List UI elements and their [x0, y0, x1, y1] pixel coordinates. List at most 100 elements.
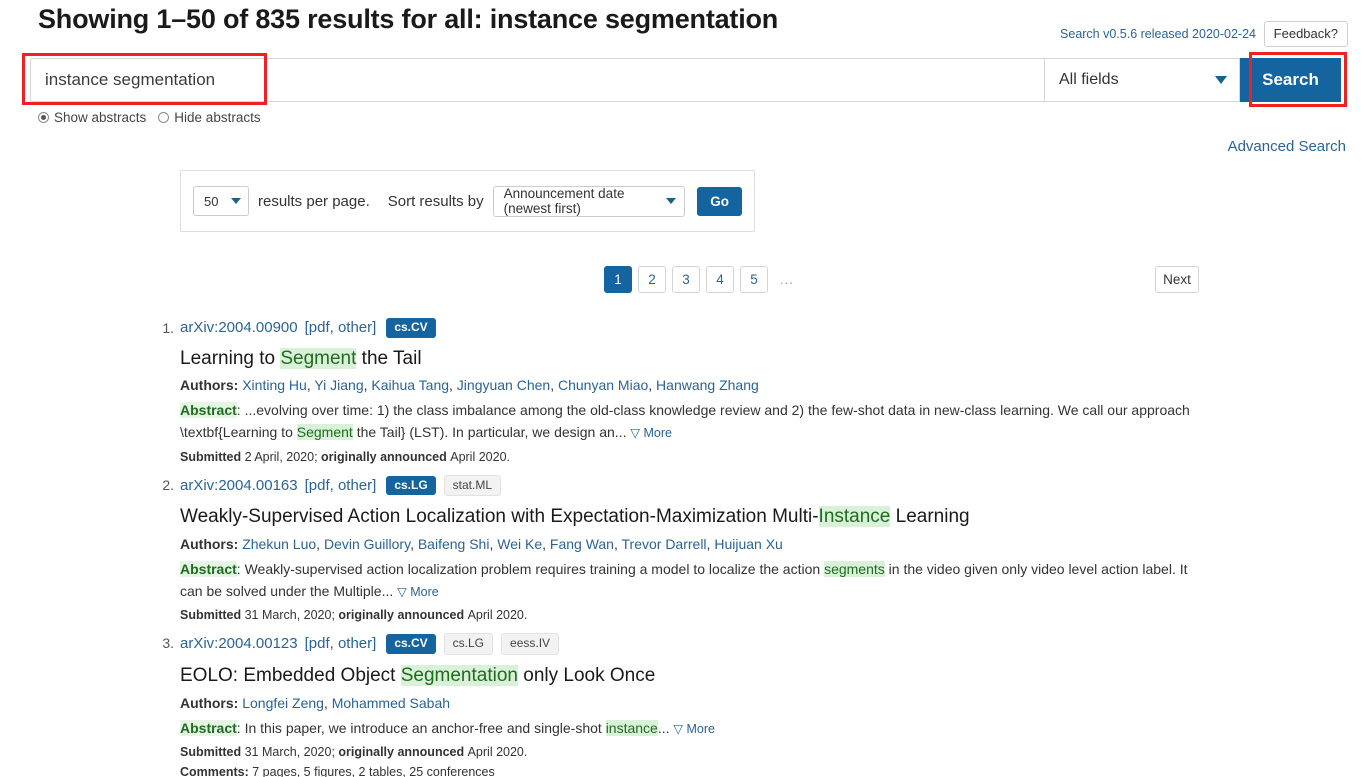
- search-version-note[interactable]: Search v0.5.6 released 2020-02-24: [1060, 27, 1256, 41]
- abstract-highlight: instance: [605, 719, 658, 736]
- author-link[interactable]: Fang Wan: [550, 536, 614, 552]
- title-highlight: Segment: [280, 347, 357, 369]
- submitted-line: Submitted 31 March, 2020; originally ann…: [180, 745, 528, 760]
- author-link[interactable]: Zhekun Luo: [242, 536, 316, 552]
- go-button[interactable]: Go: [697, 186, 742, 216]
- result-header: arXiv:2004.00123 [pdf, other] cs.CV cs.LG ee…: [180, 633, 1260, 656]
- feedback-button[interactable]: Feedback?: [1263, 21, 1348, 47]
- result-index: 1.: [162, 320, 174, 336]
- result-title[interactable]: Learning to Segment the Tail: [180, 347, 1260, 371]
- author-link[interactable]: Mohammed Sabah: [332, 695, 450, 711]
- result-title[interactable]: Weakly-Supervised Action Localization wi…: [180, 505, 1260, 529]
- author-link[interactable]: Jingyuan Chen: [457, 377, 550, 393]
- result-index: 2.: [162, 476, 174, 493]
- result-index: 3.: [162, 635, 174, 652]
- author-link[interactable]: Xinting Hu: [242, 377, 307, 393]
- pagination-ellipsis: ...: [780, 272, 794, 287]
- radio-show-abstracts-icon[interactable]: [38, 112, 49, 123]
- radio-hide-abstracts-icon[interactable]: [158, 112, 170, 123]
- pdf-other-links[interactable]: [pdf, other]: [305, 477, 377, 495]
- primary-subject-tag[interactable]: cs.LG: [386, 475, 436, 496]
- primary-subject-tag[interactable]: cs.CV: [386, 318, 436, 338]
- title-highlight: Instance: [818, 506, 891, 528]
- page-button-2[interactable]: 2: [638, 266, 666, 293]
- author-link[interactable]: Longfei Zeng: [242, 695, 324, 711]
- page-button-4[interactable]: 4: [706, 266, 734, 293]
- secondary-subject-tag[interactable]: stat.ML: [443, 474, 502, 497]
- result-title[interactable]: EOLO: Embedded Object Segmentation only …: [180, 664, 1260, 688]
- search-input[interactable]: [30, 58, 1044, 102]
- results-controls-box: 50 results per page. Sort results by Ann…: [180, 170, 755, 232]
- pdf-other-links[interactable]: [pdf, other]: [305, 319, 377, 337]
- announced-label: originally announced: [338, 745, 468, 760]
- submitted-line: Submitted 2 April, 2020; originally anno…: [180, 449, 510, 464]
- hide-abstracts-label: Hide abstracts: [174, 110, 261, 125]
- page-button-1[interactable]: 1: [604, 266, 632, 293]
- abstract-highlight: segments: [824, 561, 885, 578]
- author-link[interactable]: Chunyan Miao: [558, 377, 648, 393]
- abstract-line: Abstract: ...evolving over time: 1) the …: [180, 402, 1190, 441]
- search-result-item: 2. arXiv:2004.00163 [pdf, other] cs.LG stat.…: [140, 474, 1260, 623]
- author-link[interactable]: Yi Jiang: [314, 377, 363, 393]
- authors-label: Authors:: [180, 377, 243, 394]
- pagination: 1 2 3 4 5 ...: [604, 266, 794, 293]
- announced-label: originally announced: [321, 449, 451, 464]
- results-per-page-label: results per page.: [258, 192, 370, 210]
- result-header: arXiv:2004.00163 [pdf, other] cs.LG stat.ML: [180, 474, 1260, 497]
- abstracts-toggle-group: Show abstracts Hide abstracts: [38, 110, 273, 125]
- results-per-page-value: 50: [204, 193, 219, 209]
- submitted-label: Submitted: [180, 745, 245, 760]
- sort-order-select[interactable]: Announcement date (newest first): [492, 185, 686, 217]
- secondary-subject-tag[interactable]: cs.LG: [443, 633, 494, 656]
- author-link[interactable]: Trevor Darrell: [622, 536, 707, 552]
- submitted-line: Submitted 31 March, 2020; originally ann…: [180, 608, 528, 623]
- show-abstracts-label: Show abstracts: [54, 110, 147, 125]
- search-result-item: 1. arXiv:2004.00900 [pdf, other] cs.CV Learn…: [140, 318, 1260, 464]
- authors-label: Authors:: [180, 694, 243, 711]
- arxiv-id-link[interactable]: arXiv:2004.00900: [180, 319, 298, 337]
- abstract-line: Abstract: Weakly-supervised action local…: [180, 561, 1188, 599]
- page-button-3[interactable]: 3: [672, 266, 700, 293]
- page-title: Showing 1–50 of 835 results for all: ins…: [38, 4, 779, 34]
- hide-abstracts-option[interactable]: Hide abstracts: [158, 110, 261, 125]
- author-link[interactable]: Wei Ke: [497, 536, 542, 552]
- expand-abstract-more-link[interactable]: ▽ More: [673, 722, 715, 736]
- expand-abstract-more-link[interactable]: ▽ More: [397, 585, 439, 599]
- search-field-select[interactable]: All fields: [1044, 58, 1240, 102]
- next-page-button[interactable]: Next: [1155, 266, 1199, 293]
- secondary-subject-tag[interactable]: eess.IV: [501, 633, 560, 656]
- author-link[interactable]: Devin Guillory: [324, 536, 410, 552]
- search-results-list: 1. arXiv:2004.00900 [pdf, other] cs.CV Learn…: [140, 318, 1260, 777]
- sort-order-value: Announcement date (newest first): [503, 186, 625, 216]
- abstract-label: Abstract: [180, 719, 237, 736]
- authors-label: Authors:: [180, 536, 243, 553]
- expand-abstract-more-link[interactable]: ▽ More: [630, 426, 672, 440]
- arxiv-id-link[interactable]: arXiv:2004.00163: [180, 477, 298, 495]
- search-result-item: 3. arXiv:2004.00123 [pdf, other] cs.CV cs.LG…: [140, 633, 1260, 777]
- author-link[interactable]: Baifeng Shi: [418, 536, 490, 552]
- submitted-label: Submitted: [180, 608, 245, 623]
- authors-line: Authors: Zhekun Luo, Devin Guillory, Bai…: [180, 536, 783, 553]
- authors-line: Authors: Longfei Zeng, Mohammed Sabah: [180, 694, 451, 711]
- results-per-page-select[interactable]: 50: [193, 186, 249, 216]
- sort-results-label: Sort results by: [387, 192, 484, 210]
- advanced-search-link[interactable]: Advanced Search: [1228, 138, 1346, 155]
- chevron-down-icon: [231, 198, 241, 204]
- pdf-other-links[interactable]: [pdf, other]: [305, 635, 377, 653]
- search-button[interactable]: Search: [1240, 58, 1341, 102]
- arxiv-search-results-page: Showing 1–50 of 835 results for all: ins…: [0, 0, 1364, 777]
- page-button-5[interactable]: 5: [740, 266, 768, 293]
- author-link[interactable]: Huijuan Xu: [714, 536, 783, 552]
- abstract-line: Abstract: In this paper, we introduce an…: [180, 719, 715, 736]
- show-abstracts-option[interactable]: Show abstracts: [38, 110, 146, 125]
- submitted-label: Submitted: [180, 449, 245, 464]
- author-link[interactable]: Kaihua Tang: [371, 377, 449, 393]
- title-highlight: Segmentation: [400, 665, 518, 687]
- announced-label: originally announced: [338, 608, 468, 623]
- comments-label: Comments:: [180, 765, 249, 777]
- author-link[interactable]: Hanwang Zhang: [656, 377, 759, 393]
- search-field-value: All fields: [1059, 71, 1119, 88]
- primary-subject-tag[interactable]: cs.CV: [386, 634, 436, 655]
- arxiv-id-link[interactable]: arXiv:2004.00123: [180, 635, 298, 653]
- chevron-down-icon: [666, 198, 677, 204]
